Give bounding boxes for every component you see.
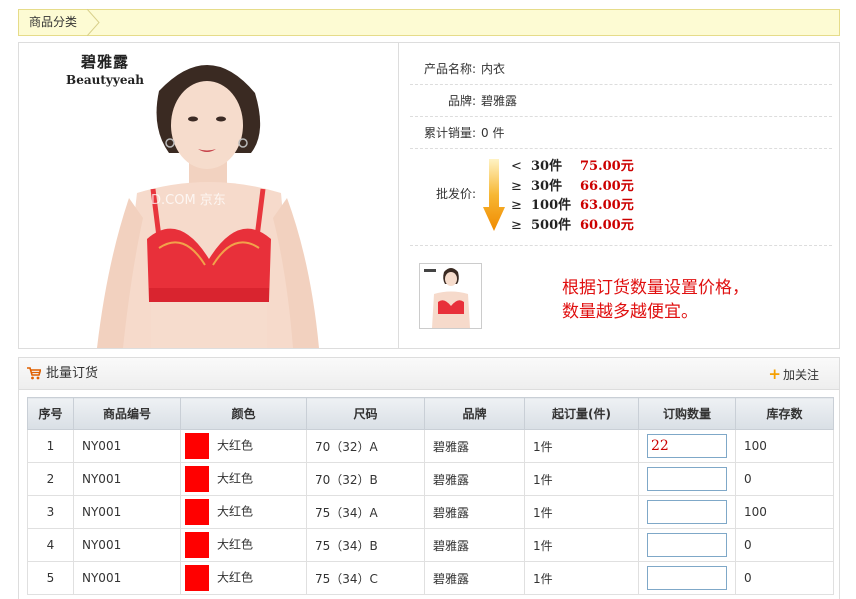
col-header-no: 序号	[27, 397, 74, 430]
product-panel: 碧雅露 Beautyyeah D.COM 京东 产品名称: 内衣 品牌: 碧雅露…	[18, 42, 840, 349]
brand-logo-cn: 碧雅露	[80, 53, 129, 71]
price-tier: ≥30件 66.00元	[511, 178, 634, 194]
bulk-order-header: 批量订货 + 加关注	[19, 358, 839, 390]
product-name-row: 产品名称: 内衣	[410, 53, 832, 85]
price-tier-list: <30件 75.00元 ≥30件 66.00元 ≥100件 63.00元 ≥500件 6…	[511, 157, 634, 235]
down-arrow-icon	[483, 159, 505, 234]
color-swatch	[185, 565, 209, 591]
table-header-row: 序号 商品编号 颜色 尺码 品牌 起订量(件) 订购数量 库存数	[27, 397, 834, 430]
col-header-moq: 起订量(件)	[524, 397, 639, 430]
follow-button[interactable]: + 加关注	[768, 358, 819, 391]
pricing-note-line2: 数量越多越便宜。	[562, 302, 698, 322]
color-swatch	[185, 466, 209, 492]
bulk-order-panel: 批量订货 + 加关注 序号 商品编号 颜色 尺码 品牌 起订量(件) 订购数量 库…	[18, 357, 840, 599]
color-swatch	[185, 532, 209, 558]
color-swatch	[185, 433, 209, 459]
col-header-size: 尺码	[306, 397, 425, 430]
col-header-qty: 订购数量	[638, 397, 736, 430]
color-swatch	[185, 499, 209, 525]
sales-value: 0 件	[481, 126, 505, 140]
brand-row: 品牌: 碧雅露	[410, 85, 832, 117]
product-info: 产品名称: 内衣 品牌: 碧雅露 累计销量: 0 件 批发价: < 30件 75…	[410, 53, 832, 246]
col-header-brand: 品牌	[424, 397, 525, 430]
order-table: 序号 商品编号 颜色 尺码 品牌 起订量(件) 订购数量 库存数 1 NY001…	[27, 397, 834, 595]
order-qty-input[interactable]	[647, 566, 727, 590]
brand-logo-en: Beautyyeah	[66, 73, 144, 87]
col-header-stock: 库存数	[735, 397, 834, 430]
wholesale-price-label: 批发价:	[435, 187, 476, 201]
plus-icon: +	[768, 365, 781, 383]
price-tier: ≥500件 60.00元	[511, 217, 634, 233]
wholesale-price-row: 批发价: <30件 75.00元 ≥ 30件 66.00元 ≥ 100件 63.…	[410, 149, 832, 246]
order-qty-input[interactable]	[647, 434, 727, 458]
brand-value: 碧雅露	[481, 94, 518, 108]
cart-icon	[27, 367, 42, 383]
col-header-code: 商品编号	[73, 397, 181, 430]
follow-label: 加关注	[782, 368, 819, 382]
order-qty-input[interactable]	[647, 500, 727, 524]
price-tier: <30件 75.00元	[511, 159, 634, 174]
table-row: 4 NY001 大红色 75（34）B 碧雅露 1件 0	[27, 528, 834, 562]
table-row: 5 NY001 大红色 75（34）C 碧雅露 1件 0	[27, 561, 834, 595]
price-tier: ≥100件 63.00元	[511, 198, 634, 213]
brand-logo: 碧雅露 Beautyyeah	[65, 51, 145, 87]
order-qty-input[interactable]	[647, 467, 727, 491]
image-watermark: D.COM 京东	[151, 193, 226, 208]
pricing-note-line1: 根据订货数量设置价格，	[562, 278, 749, 298]
breadcrumb-item-category[interactable]: 商品分类	[19, 10, 87, 35]
product-main-image[interactable]: 碧雅露 Beautyyeah D.COM 京东	[19, 43, 399, 348]
breadcrumb: 商品分类	[18, 9, 840, 36]
pricing-note: 根据订货数量设置价格， 数量越多越便宜。	[562, 276, 749, 324]
product-thumbnail[interactable]	[419, 263, 482, 329]
sales-label: 累计销量:	[423, 126, 476, 140]
brand-label: 品牌:	[447, 94, 476, 108]
product-name-label: 产品名称:	[423, 62, 476, 76]
table-row: 3 NY001 大红色 75（34）A 碧雅露 1件 100	[27, 495, 834, 529]
bulk-order-title: 批量订货	[46, 366, 99, 381]
order-qty-input[interactable]	[647, 533, 727, 557]
col-header-color: 颜色	[180, 397, 307, 430]
sales-row: 累计销量: 0 件	[410, 117, 832, 149]
product-name-value: 内衣	[481, 62, 506, 76]
table-row: 2 NY001 大红色 70（32）B 碧雅露 1件 0	[27, 462, 834, 496]
table-row: 1 NY001 大红色 70（32）A 碧雅露 1件 100	[27, 429, 834, 463]
